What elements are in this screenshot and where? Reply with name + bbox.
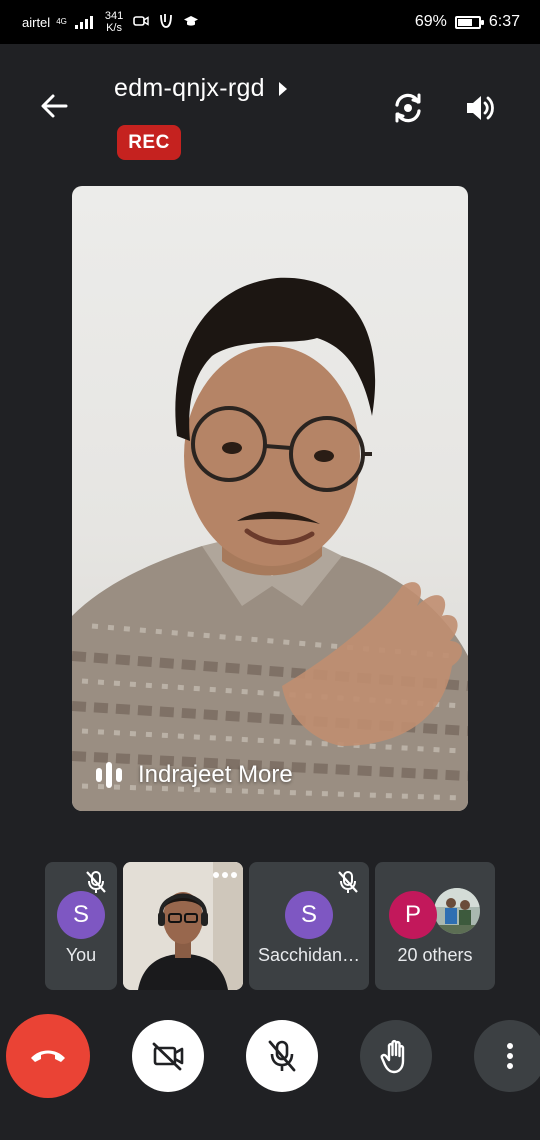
mic-off-icon: [268, 1040, 296, 1072]
app-notification-icon: [159, 13, 173, 32]
mic-off-icon: [86, 871, 106, 893]
battery-icon: [454, 15, 484, 29]
audio-level-icon: [96, 762, 122, 788]
hand-icon: [380, 1039, 405, 1074]
participant-tile-sacchidan[interactable]: S Sacchidan…: [249, 862, 369, 990]
volume-icon: [467, 96, 494, 120]
speaker-label: Indrajeet More: [96, 761, 293, 789]
switch-camera-button[interactable]: [386, 86, 430, 130]
meeting-header: edm-qnjx-rgd REC: [0, 44, 540, 174]
avatar: S: [57, 891, 105, 939]
main-video-tile[interactable]: Indrajeet More: [72, 186, 468, 811]
more-options-icon[interactable]: [213, 872, 237, 878]
battery-percent: 69%: [414, 13, 447, 30]
participant-name: 20 others: [397, 945, 473, 965]
end-call-icon: [31, 1050, 65, 1062]
mic-off-icon: [338, 871, 358, 893]
network-label: 4G: [56, 17, 67, 26]
clock: 6:37: [488, 13, 520, 30]
more-vert-icon: [507, 1043, 513, 1069]
status-bar: airtel 4G 341 K/s 69% 6:37: [0, 0, 540, 44]
camera-off-icon: [152, 1042, 184, 1071]
avatar-photo: [434, 888, 480, 934]
microphone-toggle-button[interactable]: [246, 1020, 318, 1092]
classroom-notification-icon: [183, 14, 199, 30]
end-call-button[interactable]: [6, 1014, 90, 1098]
participant-name: You: [65, 945, 97, 965]
speaker-name: Indrajeet More: [138, 761, 293, 788]
back-arrow-icon: [41, 94, 68, 118]
meeting-code-button[interactable]: edm-qnjx-rgd: [114, 74, 287, 103]
participant-tile-others[interactable]: P 20 others: [375, 862, 495, 990]
network-speed: 341 K/s: [104, 10, 124, 34]
participant-tile-video[interactable]: [123, 862, 243, 990]
video-notification-icon: [133, 14, 149, 30]
back-button[interactable]: [34, 86, 74, 126]
speaker-video-image: [72, 277, 468, 811]
participant-tile-you[interactable]: S You: [45, 862, 117, 990]
signal-icon: [74, 15, 93, 29]
recording-badge: REC: [117, 125, 181, 160]
participant-video-image: [123, 862, 243, 990]
more-options-button[interactable]: [474, 1020, 540, 1092]
raise-hand-button[interactable]: [360, 1020, 432, 1092]
chevron-right-icon: [278, 81, 287, 96]
avatar: S: [285, 891, 333, 939]
avatar: P: [389, 891, 437, 939]
participant-name: Sacchidan…: [257, 945, 361, 965]
audio-output-button[interactable]: [458, 86, 502, 130]
switch-camera-icon: [395, 93, 421, 123]
camera-toggle-button[interactable]: [132, 1020, 204, 1092]
carrier-label: airtel: [22, 14, 51, 30]
meeting-code: edm-qnjx-rgd: [114, 74, 265, 102]
